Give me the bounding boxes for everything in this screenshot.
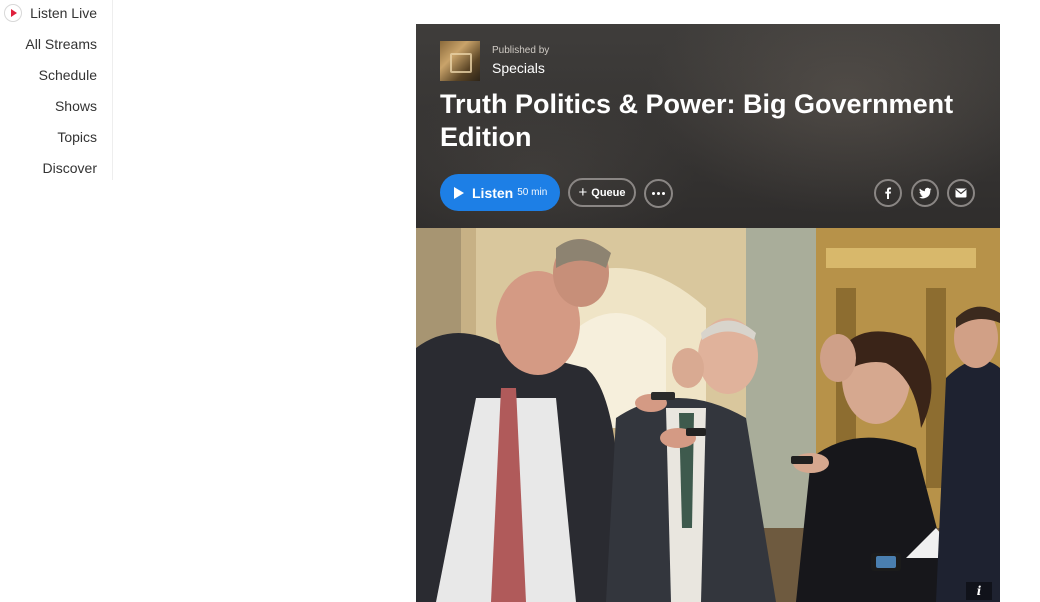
queue-button[interactable]: + Queue	[568, 178, 636, 207]
share-facebook-button[interactable]	[874, 179, 902, 207]
ellipsis-icon	[652, 192, 665, 195]
twitter-icon	[918, 187, 931, 199]
nav-item-shows[interactable]: Shows	[55, 98, 97, 114]
live-play-icon	[4, 4, 23, 22]
publisher-thumbnail[interactable]	[440, 41, 480, 81]
publisher-link[interactable]: Specials	[492, 60, 545, 76]
nav-item-discover[interactable]: Discover	[43, 160, 97, 176]
listen-label: Listen	[472, 184, 514, 201]
plus-icon: +	[578, 184, 588, 201]
episode-title: Truth Politics & Power: Big Government E…	[440, 89, 954, 152]
facebook-icon	[885, 187, 891, 199]
sidebar-nav: Listen Live All Streams Schedule Shows T…	[0, 0, 113, 180]
email-icon	[955, 188, 967, 198]
nav-item-schedule[interactable]: Schedule	[39, 67, 97, 83]
nav-item-listen-live[interactable]: Listen Live	[4, 4, 97, 22]
queue-label: Queue	[591, 186, 626, 199]
nav-item-label: Listen Live	[30, 5, 97, 21]
nav-item-all-streams[interactable]: All Streams	[25, 36, 97, 52]
nav-item-topics[interactable]: Topics	[57, 129, 97, 145]
episode-photo: i	[416, 228, 1000, 602]
share-email-button[interactable]	[947, 179, 975, 207]
listen-button[interactable]: Listen 50 min	[440, 174, 560, 211]
episode-card: Published by Specials Truth Politics & P…	[416, 24, 1000, 602]
more-options-button[interactable]	[644, 179, 673, 208]
published-by-label: Published by	[492, 45, 550, 56]
duration-label: 50 min	[517, 187, 548, 198]
episode-header: Published by Specials Truth Politics & P…	[416, 24, 1000, 228]
photo-info-button[interactable]: i	[966, 582, 992, 600]
photo-illustration	[416, 228, 1000, 602]
share-twitter-button[interactable]	[911, 179, 939, 207]
play-icon	[454, 186, 464, 199]
